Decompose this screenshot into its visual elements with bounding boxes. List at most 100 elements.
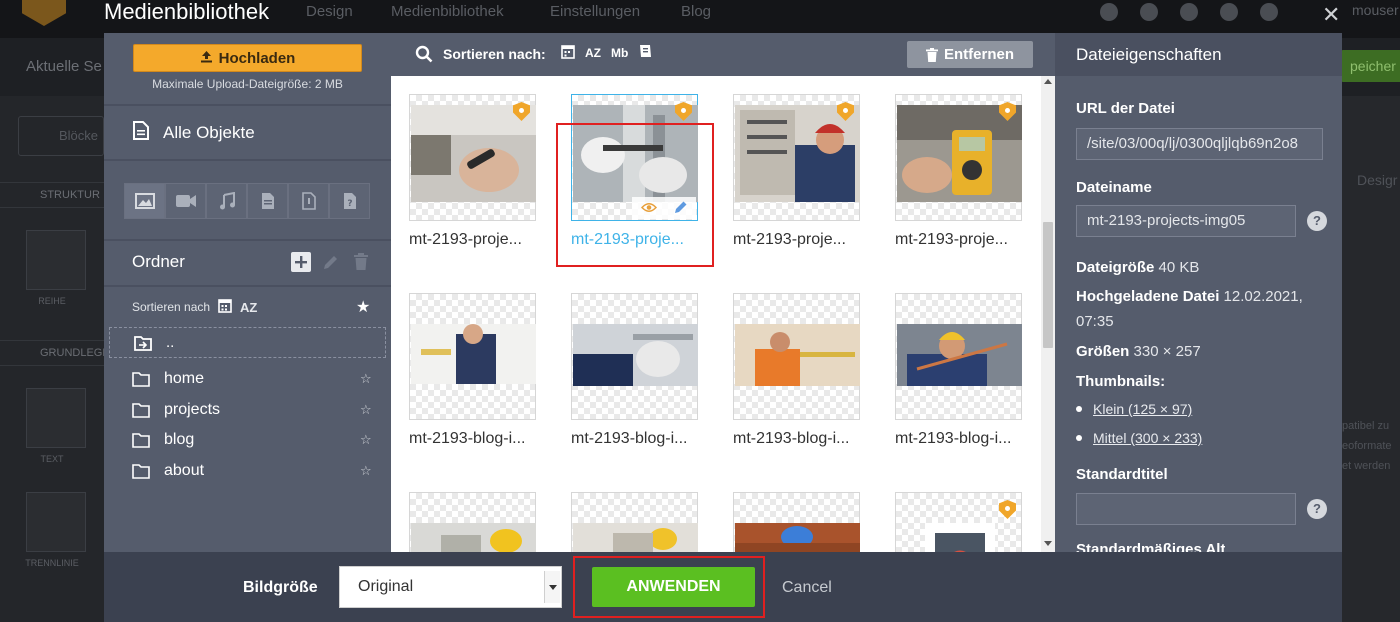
book-icon[interactable]	[1140, 3, 1158, 21]
all-objects-link[interactable]: Alle Objekte	[133, 121, 255, 145]
thumbnail[interactable]	[733, 293, 860, 420]
upload-button[interactable]: Hochladen	[133, 44, 362, 72]
tool-row-label: REIHE	[38, 296, 66, 306]
thumbnail[interactable]	[895, 492, 1022, 552]
thumbnail[interactable]	[733, 94, 860, 221]
star-icon[interactable]: ☆	[360, 402, 372, 418]
nav-medienbibliothek[interactable]: Medienbibliothek	[391, 3, 504, 20]
thumbnail-medium-link[interactable]: Mittel (300 × 233)	[1093, 430, 1202, 446]
properties-pane: Dateieigenschaften URL der Datei /site/0…	[1055, 33, 1342, 552]
folder-projects[interactable]: projects ☆	[132, 399, 382, 421]
media-caption: mt-2193-blog-i...	[571, 430, 688, 447]
eye-icon[interactable]	[1180, 3, 1198, 21]
folder-up-icon	[134, 335, 152, 351]
document-icon	[133, 121, 149, 145]
scroll-down-arrow[interactable]	[1044, 541, 1052, 546]
trash-icon	[925, 47, 938, 62]
thumbnail-small-link[interactable]: Klein (125 × 97)	[1093, 401, 1192, 417]
search-icon[interactable]	[415, 45, 433, 63]
scroll-up-arrow[interactable]	[1044, 79, 1052, 84]
add-folder-button[interactable]	[291, 252, 311, 272]
thumbnail[interactable]	[571, 492, 698, 552]
design-tab[interactable]: Desigr	[1357, 172, 1397, 188]
chevron-down-icon[interactable]	[544, 571, 560, 603]
rename-folder-button[interactable]	[321, 252, 341, 272]
calendar-icon[interactable]	[218, 298, 232, 316]
url-field[interactable]: /site/03/00q/lj/0300qljlqb69n2o8	[1076, 128, 1323, 160]
diamond-icon[interactable]	[1100, 3, 1118, 21]
folder-name: blog	[164, 431, 195, 448]
media-caption: mt-2193-blog-i...	[733, 430, 850, 447]
cancel-button[interactable]: Cancel	[782, 579, 832, 597]
media-caption: mt-2193-proje...	[895, 231, 1008, 248]
section-struktur: STRUKTUR	[0, 182, 104, 208]
thumbnail[interactable]	[895, 293, 1022, 420]
nav-design[interactable]: Design	[306, 3, 353, 20]
filter-audio[interactable]	[206, 183, 247, 219]
thumbnail[interactable]	[409, 293, 536, 420]
close-icon[interactable]: ✕	[1322, 2, 1340, 28]
photo-thumbnail	[735, 324, 860, 386]
sort-type-icon[interactable]	[638, 44, 652, 61]
user-name[interactable]: mouser	[1352, 2, 1399, 18]
tool-divider[interactable]	[26, 492, 86, 552]
folder-tools	[291, 252, 371, 272]
star-icon[interactable]: ☆	[360, 432, 372, 448]
thumbnail[interactable]	[733, 492, 860, 552]
modal-footer: Bildgröße Original ANWENDEN Cancel	[104, 552, 1342, 622]
folder-up[interactable]: ..	[109, 327, 386, 358]
folder-blog[interactable]: blog ☆	[132, 429, 382, 451]
filter-documents[interactable]	[247, 183, 288, 219]
save-button[interactable]: peicher	[1340, 50, 1400, 82]
star-icon[interactable]: ☆	[360, 463, 372, 479]
star-icon[interactable]: ☆	[360, 371, 372, 387]
delete-folder-button[interactable]	[351, 252, 371, 272]
nav-einstellungen[interactable]: Einstellungen	[550, 3, 640, 20]
properties-title: Dateieigenschaften	[1055, 33, 1342, 76]
filesize-label: Dateigröße	[1076, 259, 1155, 276]
thumbnail[interactable]	[895, 94, 1022, 221]
remove-button[interactable]: Entfernen	[907, 41, 1033, 68]
help-icon[interactable]: ?	[1307, 211, 1327, 231]
tool-text[interactable]	[26, 388, 86, 448]
filesize-row: Dateigröße 40 KB	[1076, 259, 1199, 276]
filter-archives[interactable]	[288, 183, 329, 219]
help-icon[interactable]	[1220, 3, 1238, 21]
default-title-field[interactable]	[1076, 493, 1296, 525]
folder-home[interactable]: home ☆	[132, 368, 382, 390]
folder-sort-az[interactable]: AZ	[240, 300, 257, 315]
tool-row[interactable]	[26, 230, 86, 290]
filter-video[interactable]	[165, 183, 206, 219]
thumbnail[interactable]	[409, 94, 536, 221]
default-alt-label: Standardmäßiges Alt	[1076, 541, 1226, 552]
sizes-value: 330 × 257	[1133, 343, 1201, 360]
image-icon	[134, 193, 155, 209]
image-size-label: Bildgröße	[243, 579, 318, 596]
help-icon[interactable]: ?	[1307, 499, 1327, 519]
current-page-label: Aktuelle Se	[26, 58, 102, 75]
chat-icon[interactable]	[1260, 3, 1278, 21]
sort-date-icon[interactable]	[561, 43, 575, 62]
favorite-star-icon[interactable]: ★	[356, 297, 370, 317]
blocks-button[interactable]: Blöcke	[18, 116, 104, 156]
file-zip-icon	[301, 192, 316, 210]
shield-badge-icon	[999, 500, 1016, 519]
grid-scrollbar[interactable]	[1041, 76, 1055, 552]
sizes-row: Größen 330 × 257	[1076, 343, 1201, 360]
filename-field[interactable]: mt-2193-projects-img05	[1076, 205, 1296, 237]
thumbnail[interactable]	[409, 492, 536, 552]
nav-blog[interactable]: Blog	[681, 3, 711, 20]
image-size-select[interactable]: Original	[339, 566, 562, 608]
type-filters: ?	[124, 183, 370, 219]
folder-name: projects	[164, 401, 221, 418]
folder-about[interactable]: about ☆	[132, 460, 382, 482]
thumbnail[interactable]	[571, 293, 698, 420]
sort-size-option[interactable]: Mb	[611, 46, 628, 60]
scroll-thumb[interactable]	[1043, 222, 1053, 348]
photo-thumbnail	[573, 324, 698, 386]
sort-az-option[interactable]: AZ	[585, 46, 601, 60]
filter-other[interactable]: ?	[329, 183, 370, 219]
all-objects-label: Alle Objekte	[163, 123, 255, 142]
uploaded-time: 07:35	[1076, 313, 1114, 330]
filter-images[interactable]	[124, 183, 165, 219]
